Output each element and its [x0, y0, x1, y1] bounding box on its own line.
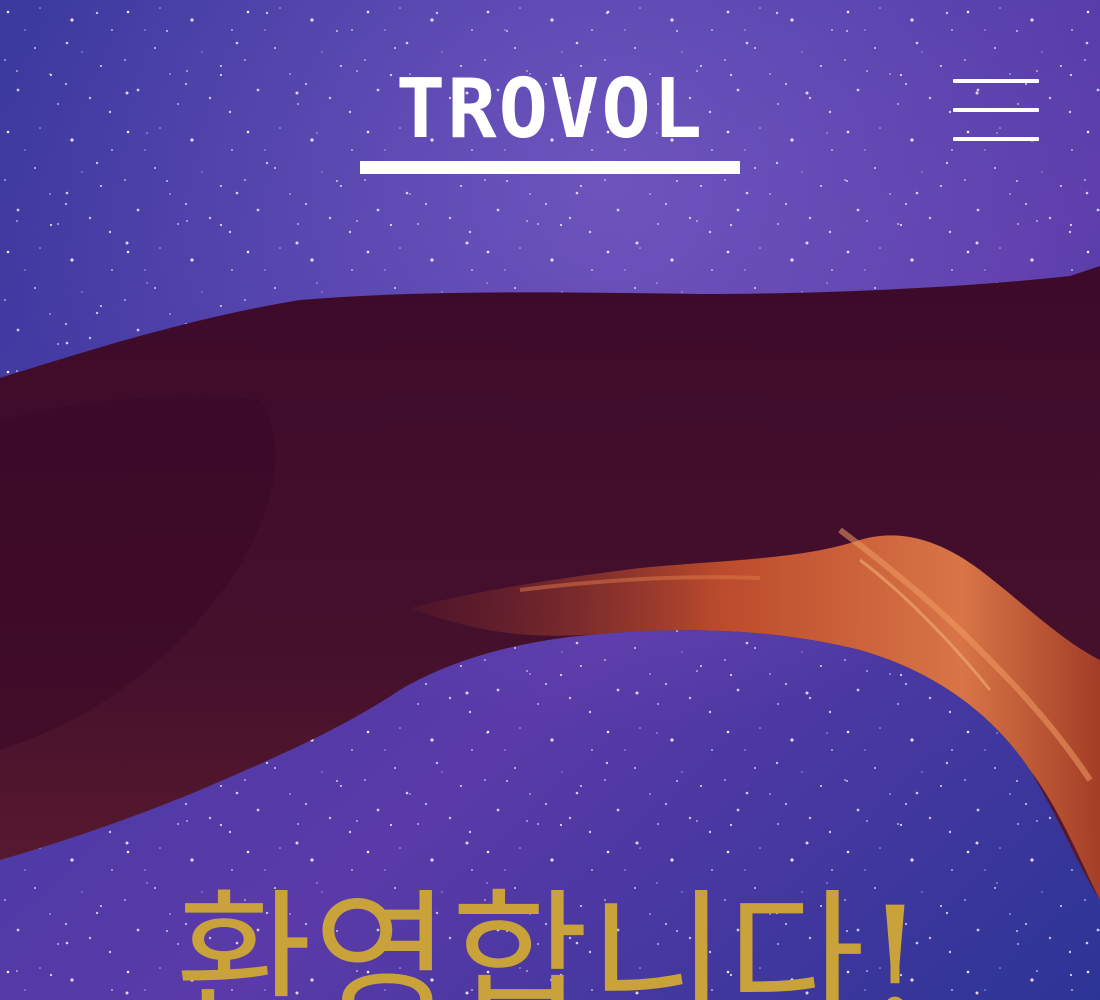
menu-button[interactable]	[946, 72, 1046, 152]
logo-underline	[360, 161, 740, 174]
site-logo[interactable]: TROVOL	[358, 62, 742, 180]
site-header: TROVOL	[0, 0, 1100, 200]
page: TROVOL 환영합니다!	[0, 0, 1100, 1000]
hamburger-menu-icon-bar	[953, 137, 1039, 141]
hamburger-menu-icon-bar	[953, 108, 1039, 112]
hamburger-menu-icon	[953, 79, 1039, 83]
hero-tagline: 환영합니다!	[174, 876, 926, 1000]
logo-text: TROVOL	[395, 62, 705, 157]
